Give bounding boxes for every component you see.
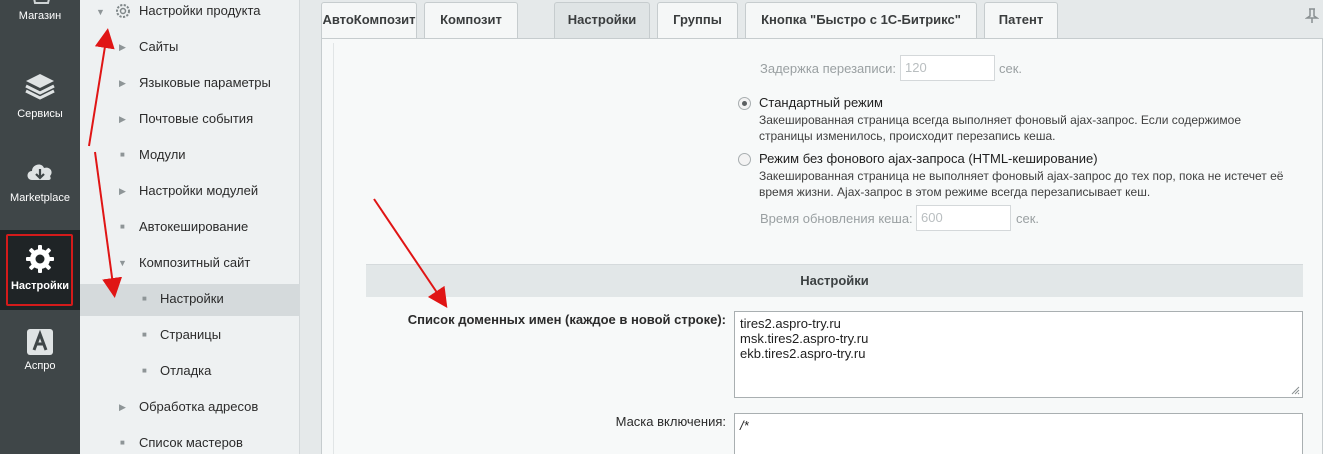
settings-tree-menu: ▼ Настройки продукта ▶ Сайты ▶ Языковые … — [80, 0, 300, 454]
tree-item-label: Композитный сайт — [139, 255, 251, 270]
tab-label: Патент — [998, 12, 1044, 27]
tree-item-debug[interactable]: ■ Отладка — [80, 359, 300, 391]
tree-item-modules[interactable]: ■ Модули — [80, 143, 300, 175]
tree-item-mail-events[interactable]: ▶ Почтовые события — [80, 107, 300, 139]
description-line: время жизни. Ajax-запрос в этом режиме в… — [759, 185, 1151, 199]
tree-item-label: Автокеширование — [139, 219, 249, 234]
iconbar-item-aspro[interactable]: Аспро — [0, 318, 80, 398]
tree-item-wizards[interactable]: ■ Список мастеров — [80, 431, 300, 454]
tree-item-label: Почтовые события — [139, 111, 254, 126]
textarea-line: msk.tires2.aspro-try.ru — [740, 331, 869, 346]
iconbar-item-services[interactable]: Сервисы — [0, 64, 80, 144]
iconbar-label: Магазин — [18, 10, 62, 22]
tree-item-label: Настройки — [160, 291, 224, 306]
tab-patent[interactable]: Патент — [984, 2, 1058, 38]
tree-item-label: Модули — [139, 147, 186, 162]
tab-quick-bitrix-button[interactable]: Кнопка "Быстро с 1С-Битрикс" — [745, 2, 977, 38]
tab-label: Кнопка "Быстро с 1С-Битрикс" — [761, 12, 961, 27]
collapsed-arrow-icon: ▶ — [119, 402, 126, 412]
bullet-icon: ■ — [142, 330, 147, 339]
settings-form: Задержка перезаписи: 120 сек. Стандартны… — [333, 43, 1313, 454]
standard-mode-radio[interactable] — [738, 97, 751, 110]
active-highlight-frame — [6, 234, 73, 306]
standard-mode-description: Закешированная страница всегда выполняет… — [759, 112, 1319, 144]
rewrite-delay-label: Задержка перезаписи: — [760, 61, 896, 76]
cache-refresh-unit: сек. — [1016, 211, 1040, 226]
collapsed-arrow-icon: ▶ — [119, 186, 126, 196]
tree-item-sites[interactable]: ▶ Сайты — [80, 35, 300, 67]
rewrite-delay-input[interactable]: 120 — [900, 55, 995, 81]
bullet-icon: ■ — [120, 222, 125, 231]
expanded-arrow-icon: ▼ — [118, 258, 127, 268]
resize-grip-icon[interactable] — [1291, 386, 1300, 395]
iconbar-label: Marketplace — [10, 192, 70, 204]
rewrite-delay-unit: сек. — [999, 61, 1023, 76]
cart-icon — [33, 0, 50, 4]
settings-panel: Задержка перезаписи: 120 сек. Стандартны… — [321, 38, 1323, 454]
cloud-download-icon — [27, 164, 52, 180]
bullet-icon: ■ — [142, 294, 147, 303]
iconbar-item-settings[interactable]: Настройки — [0, 230, 80, 310]
collapsed-arrow-icon: ▶ — [119, 78, 126, 88]
description-line: страницы изменилось, происходит перезапи… — [759, 129, 1056, 143]
textarea-line: /* — [740, 418, 749, 433]
expanded-arrow-icon: ▼ — [96, 7, 105, 17]
tree-item-autocache[interactable]: ■ Автокеширование — [80, 215, 300, 247]
tab-label: АвтоКомпозит — [322, 12, 416, 27]
tree-item-label: Страницы — [160, 327, 222, 342]
include-mask-label: Маска включения: — [615, 414, 726, 429]
domains-textarea[interactable]: tires2.aspro-try.ru msk.tires2.aspro-try… — [734, 311, 1303, 398]
tab-label: Настройки — [567, 12, 637, 27]
tree-item-label: Обработка адресов — [139, 399, 259, 414]
iconbar-item-shop[interactable]: Магазин — [0, 0, 80, 30]
tree-item-pages[interactable]: ■ Страницы — [80, 323, 300, 355]
pin-icon[interactable] — [1305, 8, 1319, 24]
domains-label: Список доменных имен (каждое в новой стр… — [407, 312, 726, 327]
html-cache-mode-radio[interactable] — [738, 153, 751, 166]
cache-refresh-input[interactable]: 600 — [916, 205, 1011, 231]
tree-item-composite-site[interactable]: ▼ Композитный сайт — [80, 251, 300, 283]
layers-icon — [25, 74, 55, 100]
description-line: Закешированная страница не выполняет фон… — [759, 169, 1284, 183]
tab-label: Группы — [673, 12, 722, 27]
content-area: АвтоКомпозит Композит Настройки Группы К… — [300, 0, 1323, 454]
tab-label: Композит — [440, 12, 502, 27]
tree-item-module-settings[interactable]: ▶ Настройки модулей — [80, 179, 300, 211]
description-line: Закешированная страница всегда выполняет… — [759, 113, 1242, 127]
letter-a-icon — [27, 329, 53, 355]
collapsed-arrow-icon: ▶ — [119, 114, 126, 124]
tab-autocomposite[interactable]: АвтоКомпозит — [321, 2, 417, 38]
standard-mode-title: Стандартный режим — [759, 95, 883, 110]
tab-groups[interactable]: Группы — [657, 2, 738, 38]
iconbar-label: Сервисы — [17, 108, 63, 120]
html-cache-mode-title: Режим без фонового ajax-запроса (HTML-ке… — [759, 151, 1098, 166]
tree-item-label: Отладка — [160, 363, 212, 378]
tree-item-language[interactable]: ▶ Языковые параметры — [80, 71, 300, 103]
tree-root-label: Настройки продукта — [139, 3, 261, 18]
tree-item-url-processing[interactable]: ▶ Обработка адресов — [80, 395, 300, 427]
tree-item-label: Настройки модулей — [139, 183, 259, 198]
tree-item-label: Языковые параметры — [139, 75, 271, 90]
tab-composite[interactable]: Композит — [424, 2, 518, 38]
collapsed-arrow-icon: ▶ — [119, 42, 126, 52]
html-cache-mode-description: Закешированная страница не выполняет фон… — [759, 168, 1319, 200]
include-mask-textarea[interactable]: /* — [734, 413, 1303, 454]
settings-section-header: Настройки — [366, 264, 1303, 297]
iconbar-label: Аспро — [24, 360, 56, 372]
textarea-line: tires2.aspro-try.ru — [740, 316, 841, 331]
tab-settings[interactable]: Настройки — [554, 2, 650, 38]
bullet-icon: ■ — [142, 366, 147, 375]
tree-item-composite-settings[interactable]: ■ Настройки — [80, 284, 300, 316]
tree-item-label: Сайты — [139, 39, 179, 54]
icon-sidebar: Магазин Сервисы Marketplace Настройки Ас… — [0, 0, 80, 454]
iconbar-item-marketplace[interactable]: Marketplace — [0, 148, 80, 228]
textarea-line: ekb.tires2.aspro-try.ru — [740, 346, 866, 361]
bullet-icon: ■ — [120, 438, 125, 447]
cache-refresh-label: Время обновления кеша: — [760, 211, 913, 226]
tree-root-product-settings[interactable]: ▼ Настройки продукта — [80, 0, 300, 31]
tree-item-label: Список мастеров — [139, 435, 243, 450]
gear-icon — [116, 4, 130, 18]
bullet-icon: ■ — [120, 150, 125, 159]
